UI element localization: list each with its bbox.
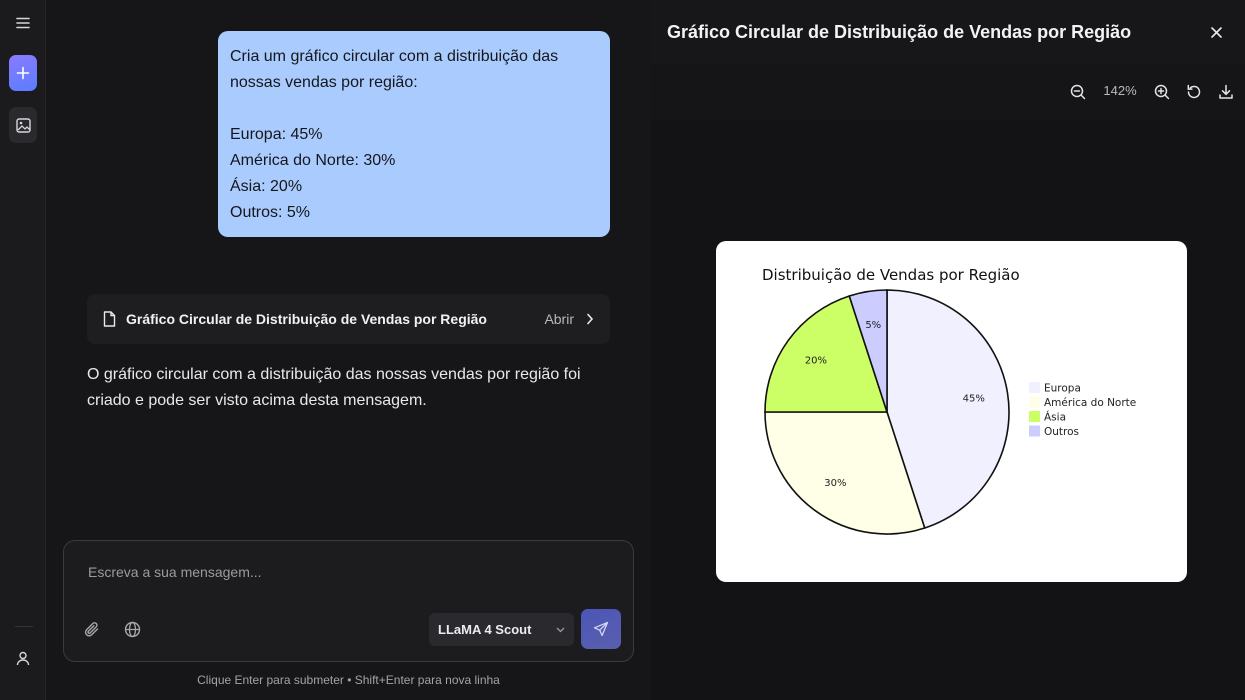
chart-card: Distribuição de Vendas por Região 45% 30%… bbox=[716, 241, 1187, 582]
artifact-card[interactable]: Gráfico Circular de Distribuição de Vend… bbox=[87, 294, 610, 344]
close-icon bbox=[1210, 26, 1222, 38]
plus-icon bbox=[16, 66, 30, 80]
chat-column: Cria um gráfico circular com a distribui… bbox=[47, 0, 650, 700]
close-panel-button[interactable] bbox=[1204, 20, 1228, 44]
pie-slice-label-1: 30% bbox=[824, 478, 846, 489]
globe-icon bbox=[124, 621, 140, 637]
rotate-icon bbox=[1187, 84, 1201, 99]
artifact-open-link[interactable]: Abrir bbox=[544, 311, 574, 327]
menu-icon bbox=[16, 17, 30, 29]
web-search-button[interactable] bbox=[122, 619, 142, 639]
artifact-panel: Gráfico Circular de Distribuição de Vend… bbox=[650, 0, 1245, 700]
legend-label-0: Europa bbox=[1044, 383, 1081, 395]
user-message-text: Cria um gráfico circular com a distribui… bbox=[230, 48, 559, 221]
legend-swatch-2 bbox=[1029, 411, 1040, 422]
message-composer: LLaMA 4 Scout bbox=[63, 540, 634, 662]
chevron-down-icon bbox=[556, 627, 565, 632]
file-icon bbox=[103, 311, 116, 327]
new-chat-button[interactable] bbox=[9, 55, 37, 91]
panel-toolbar: 142% bbox=[650, 64, 1245, 120]
panel-title: Gráfico Circular de Distribuição de Vend… bbox=[667, 21, 1132, 42]
zoom-out-icon bbox=[1070, 84, 1086, 100]
legend-swatch-1 bbox=[1029, 396, 1040, 408]
download-icon bbox=[1219, 84, 1233, 99]
send-button[interactable] bbox=[581, 609, 621, 649]
legend-label-2: Ásia bbox=[1044, 411, 1066, 424]
attach-button[interactable] bbox=[82, 619, 102, 639]
menu-button[interactable] bbox=[9, 5, 37, 41]
zoom-in-icon bbox=[1154, 84, 1170, 100]
zoom-out-button[interactable] bbox=[1066, 80, 1090, 104]
chevron-right-icon bbox=[587, 313, 594, 325]
profile-button[interactable] bbox=[9, 640, 37, 676]
download-button[interactable] bbox=[1214, 80, 1238, 104]
legend-label-1: América do Norte bbox=[1044, 397, 1136, 409]
pie-chart: Distribuição de Vendas por Região 45% 30%… bbox=[762, 266, 1136, 535]
assistant-reply: O gráfico circular com a distribuição da… bbox=[87, 366, 581, 409]
legend-swatch-3 bbox=[1029, 425, 1040, 437]
artifact-title: Gráfico Circular de Distribuição de Vend… bbox=[126, 311, 487, 327]
paperclip-icon bbox=[84, 621, 99, 637]
user-message-bubble: Cria um gráfico circular com a distribui… bbox=[218, 31, 610, 237]
reset-zoom-button[interactable] bbox=[1182, 80, 1206, 104]
images-button[interactable] bbox=[9, 107, 37, 143]
rail-divider bbox=[15, 626, 33, 627]
zoom-in-button[interactable] bbox=[1150, 80, 1174, 104]
model-select[interactable]: LLaMA 4 Scout bbox=[429, 613, 574, 646]
pie-slice-label-2: 20% bbox=[805, 355, 827, 366]
left-rail bbox=[0, 0, 46, 700]
panel-header: Gráfico Circular de Distribuição de Vend… bbox=[650, 0, 1245, 64]
send-icon bbox=[593, 621, 609, 637]
legend-swatch-0 bbox=[1029, 382, 1040, 393]
image-icon bbox=[15, 117, 31, 133]
pie-slice-label-3: 5% bbox=[865, 320, 881, 331]
legend-label-3: Outros bbox=[1044, 426, 1079, 438]
app-window: Cria um gráfico circular com a distribui… bbox=[0, 0, 1245, 700]
user-icon bbox=[16, 651, 30, 665]
pie-slice-label-0: 45% bbox=[963, 393, 985, 404]
keyboard-hint: Clique Enter para submeter • Shift+Enter… bbox=[197, 673, 500, 687]
message-input[interactable] bbox=[88, 561, 588, 583]
zoom-level: 142% bbox=[1103, 83, 1137, 98]
chart-title: Distribuição de Vendas por Região bbox=[762, 266, 1020, 284]
model-select-label: LLaMA 4 Scout bbox=[438, 622, 532, 637]
